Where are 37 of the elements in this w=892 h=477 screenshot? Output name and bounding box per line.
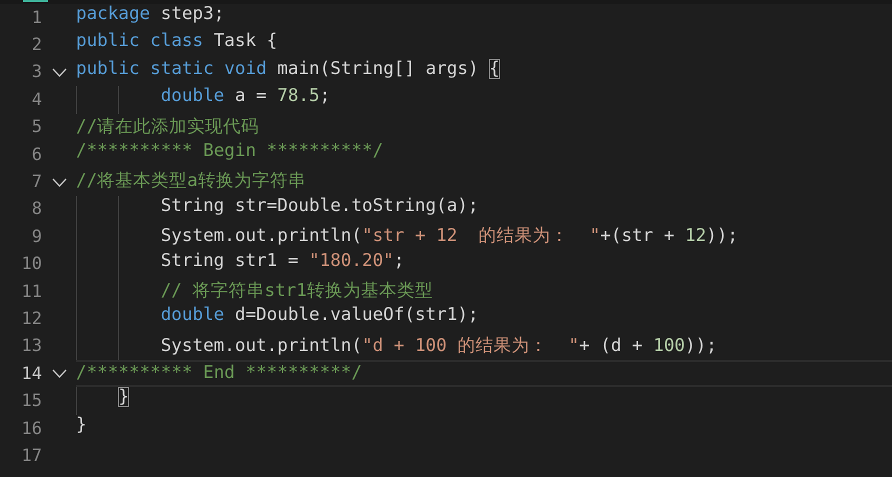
line-number: 9 [30,226,42,247]
code-line: //将基本类型a转换为字符串 [76,170,307,194]
code-line: String str1 = "180.20"; [76,250,892,278]
line-number: 8 [30,199,42,220]
code-line: System.out.println("str + 12 的结果为： "+(str + 12)); [76,223,892,251]
code-line: } [76,414,88,437]
chevron-icon[interactable] [52,369,66,378]
indicator-bar [23,0,48,2]
line-number: 7 [30,172,42,192]
code-line: String str=Double.toString(a); [76,196,892,224]
code-line: //请在此添加实现代码 [76,116,260,139]
code-line: System.out.println("d + 100 的结果为： "+ (d + 100)); [76,332,892,360]
line-number: 4 [30,90,42,110]
code-line: // 将字符串str1转换为基本类型 [76,278,892,306]
code-line: double d=Double.valueOf(str1); [76,305,892,333]
line-number: 14 [20,364,42,384]
line-number: 11 [20,282,42,302]
code-line: /********** End **********/ [76,360,892,388]
chevron-icon[interactable] [52,178,66,187]
chevron-icon[interactable] [52,68,66,77]
line-number: 3 [30,62,42,82]
code-line: } [76,387,892,415]
code-line: double a = 78.5; [76,86,892,114]
line-number: 2 [30,35,42,56]
code-line: /********** Begin **********/ [76,140,384,163]
line-number: 15 [20,391,42,412]
code-line: public class Task { [76,31,278,54]
line-number: 1 [30,8,42,28]
line-number: 16 [20,418,42,439]
line-number: 12 [20,308,42,329]
code-line: public static void main(String[] args) { [76,58,501,81]
line-number: 17 [20,446,42,466]
line-number: 6 [30,144,42,165]
line-number: 5 [30,117,42,138]
line-number: 13 [20,336,42,356]
code-line: package step3; [76,4,226,26]
line-number: 10 [20,254,42,274]
